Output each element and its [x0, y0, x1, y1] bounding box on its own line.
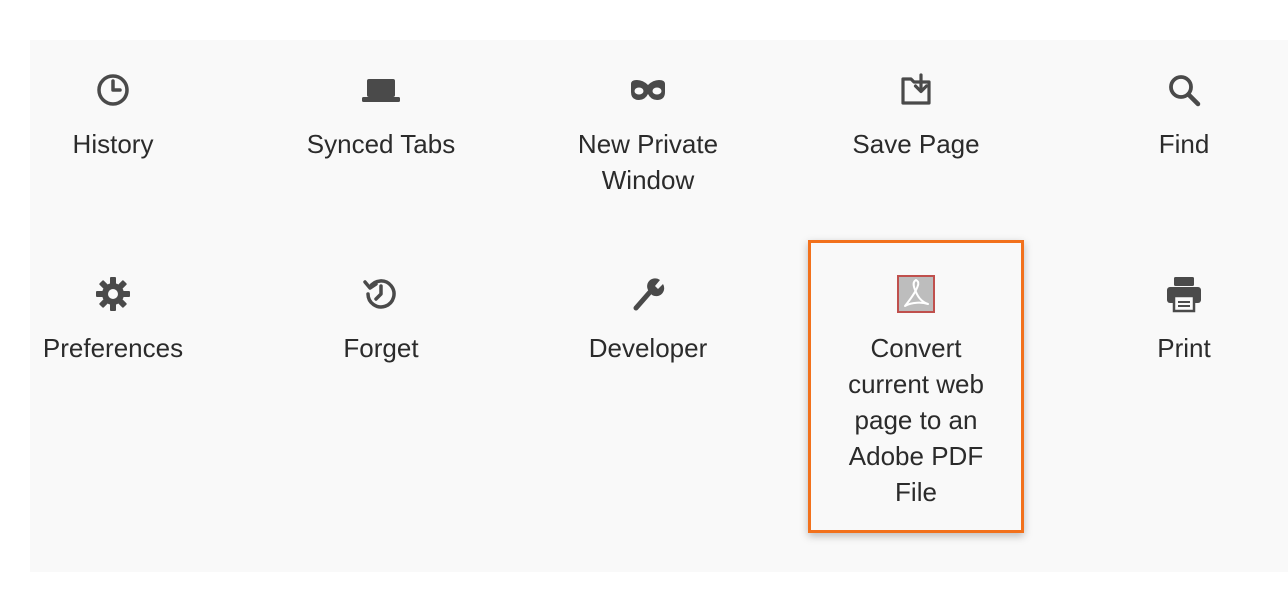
menu-item-label: New Private Window: [577, 129, 719, 195]
menu-item-label: Convert current web page to an Adobe PDF…: [848, 333, 984, 507]
forget-icon: [357, 270, 405, 318]
menu-item-convert-to-pdf[interactable]: Convert current web page to an Adobe PDF…: [796, 270, 1036, 510]
save-page-icon: [892, 66, 940, 114]
laptop-icon: [357, 66, 405, 114]
menu-item-find[interactable]: Find: [1064, 66, 1288, 162]
adobe-pdf-icon: [892, 270, 940, 318]
menu-item-label: Forget: [343, 333, 419, 363]
printer-icon: [1160, 270, 1208, 318]
menu-item-label: Preferences: [42, 333, 184, 363]
wrench-icon: [624, 270, 672, 318]
menu-item-print[interactable]: Print: [1064, 270, 1288, 366]
menu-item-label: Find: [1158, 129, 1210, 159]
menu-item-synced-tabs[interactable]: Synced Tabs: [261, 66, 501, 162]
menu-item-label: Print: [1157, 333, 1211, 363]
clock-icon: [89, 66, 137, 114]
menu-item-save-page[interactable]: Save Page: [796, 66, 1036, 162]
search-icon: [1160, 66, 1208, 114]
menu-item-label: Synced Tabs: [306, 129, 456, 159]
menu-item-forget[interactable]: Forget: [261, 270, 501, 366]
menu-item-label: Save Page: [852, 129, 980, 159]
menu-item-label: History: [72, 129, 154, 159]
menu-item-new-private-window[interactable]: New Private Window: [528, 66, 768, 198]
mask-icon: [624, 66, 672, 114]
menu-item-label: Developer: [588, 333, 708, 363]
menu-item-history[interactable]: History: [0, 66, 233, 162]
menu-item-developer[interactable]: Developer: [528, 270, 768, 366]
menu-item-preferences[interactable]: Preferences: [0, 270, 233, 366]
gear-icon: [89, 270, 137, 318]
